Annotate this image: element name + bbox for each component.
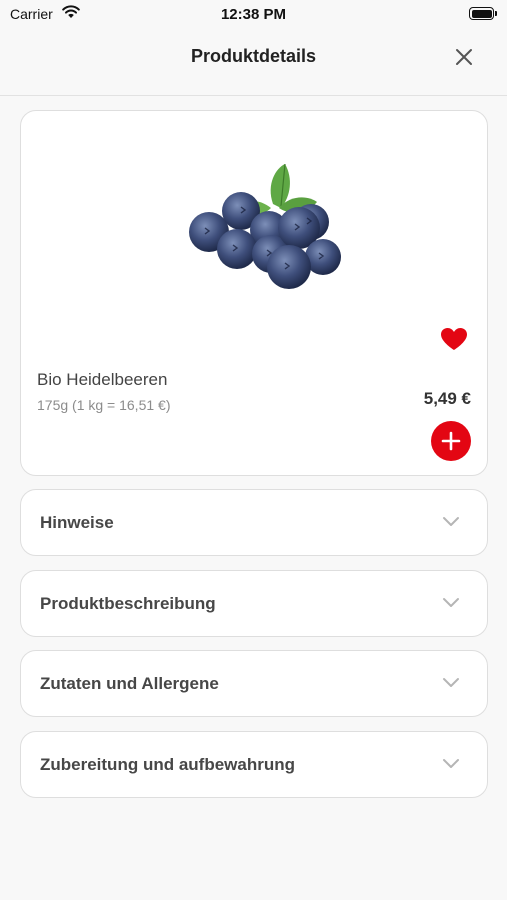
chevron-down-icon: [443, 678, 459, 687]
section-label: Zubereitung und aufbewahrung: [40, 755, 295, 774]
page-title: Produktdetails: [190, 46, 317, 66]
section-label: Zutaten und Allergene: [40, 674, 219, 693]
favorite-button[interactable]: [440, 327, 470, 353]
section-zutaten-allergene[interactable]: Zutaten und Allergene: [20, 650, 488, 717]
section-label: Hinweise: [40, 513, 114, 532]
section-label: Produktbeschreibung: [40, 594, 216, 613]
close-button[interactable]: [451, 44, 477, 70]
battery-icon: [469, 7, 497, 20]
product-price: 5,49 €: [423, 389, 471, 408]
plus-icon: [441, 431, 461, 451]
chevron-down-icon: [443, 517, 459, 526]
close-icon: [456, 49, 472, 65]
heart-icon: [441, 328, 467, 350]
product-card: Bio Heidelbeeren 175g (1 kg = 16,51 €) 5…: [20, 110, 488, 476]
chevron-down-icon: [443, 759, 459, 768]
section-zubereitung-aufbewahrung[interactable]: Zubereitung und aufbewahrung: [20, 731, 488, 798]
status-bar: Carrier 12:38 PM: [0, 0, 507, 30]
chevron-down-icon: [443, 598, 459, 607]
section-produktbeschreibung[interactable]: Produktbeschreibung: [20, 570, 488, 637]
product-name: Bio Heidelbeeren: [37, 370, 168, 389]
clock: 12:38 PM: [220, 6, 287, 23]
add-to-cart-button[interactable]: [431, 421, 471, 461]
blueberries-image: [189, 163, 341, 289]
navigation-bar: Produktdetails: [0, 30, 507, 96]
section-hinweise[interactable]: Hinweise: [20, 489, 488, 556]
product-unit-price: 175g (1 kg = 16,51 €): [37, 397, 171, 413]
